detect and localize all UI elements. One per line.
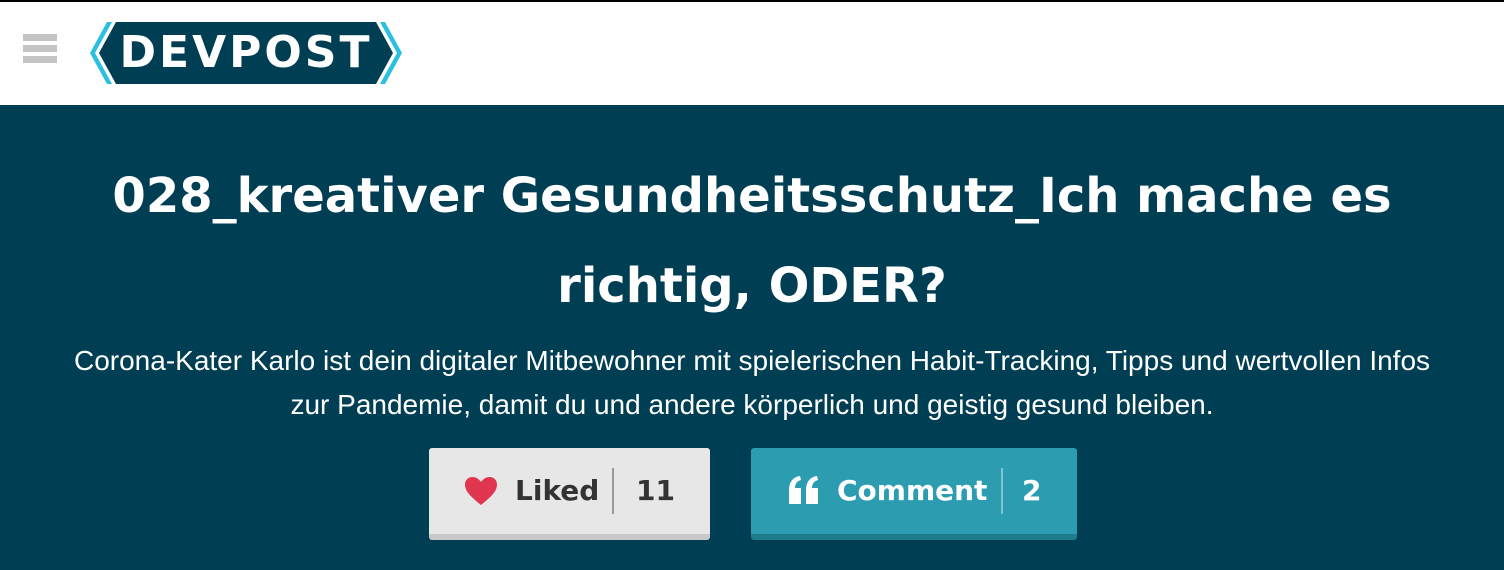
logo-text: DEVPOST [119,27,373,78]
top-navigation-bar: DEVPOST [0,0,1504,105]
comment-divider [1001,468,1003,514]
devpost-logo[interactable]: DEVPOST [90,22,402,84]
project-tagline: Corona-Kater Karlo ist dein digitaler Mi… [73,345,1431,420]
project-actions: Liked 11 Comment 2 [0,448,1504,540]
heart-icon [464,476,498,513]
page-title: 028_kreativer Gesundheitsschutz_Ich mach… [112,168,1392,314]
project-header: 028_kreativer Gesundheitsschutz_Ich mach… [0,105,1504,570]
comment-button[interactable]: Comment 2 [751,448,1077,540]
like-count: 11 [636,474,675,507]
like-divider [612,468,614,514]
like-button[interactable]: Liked 11 [429,448,710,540]
quote-icon [787,476,821,511]
like-button-label: Liked [515,474,600,507]
hamburger-menu-icon[interactable] [23,34,57,68]
comment-button-label: Comment [837,474,988,507]
comment-count: 2 [1022,474,1042,507]
